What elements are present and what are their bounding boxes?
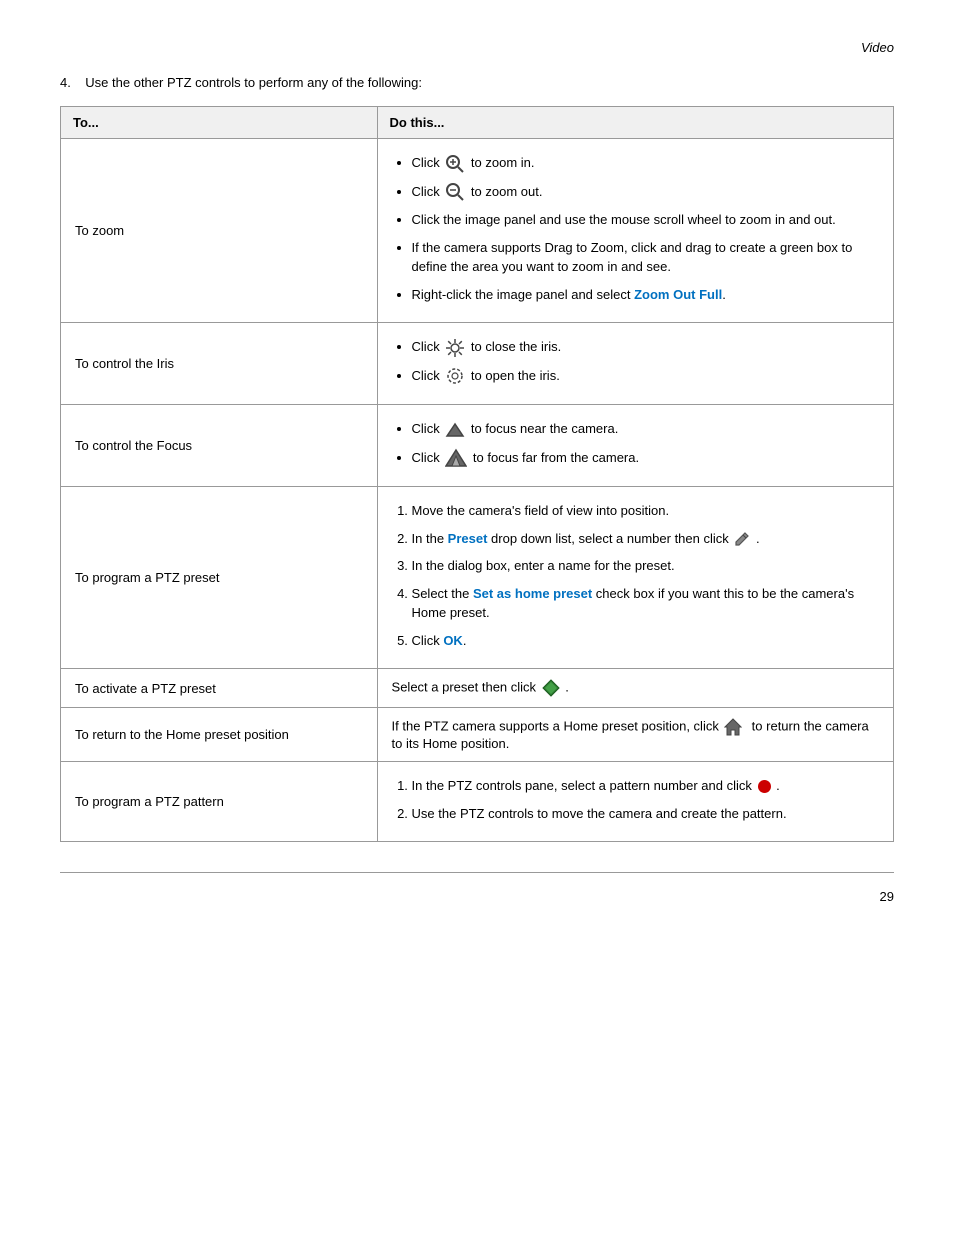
list-item: Use the PTZ controls to move the camera … <box>412 804 879 824</box>
list-item: In the PTZ controls pane, select a patte… <box>412 776 879 796</box>
list-item: Select the Set as home preset check box … <box>412 584 879 623</box>
page-wrapper: Video 4. Use the other PTZ controls to p… <box>0 0 954 944</box>
table-row: To program a PTZ pattern In the PTZ cont… <box>61 762 894 842</box>
list-item: If the camera supports Drag to Zoom, cli… <box>412 238 879 277</box>
list-item: In the dialog box, enter a name for the … <box>412 556 879 576</box>
row-activate-preset-content: Select a preset then click . <box>377 669 893 708</box>
row-program-pattern-label: To program a PTZ pattern <box>61 762 378 842</box>
zoom-out-icon <box>445 182 465 202</box>
list-item: Move the camera's field of view into pos… <box>412 501 879 521</box>
page-header-title: Video <box>60 40 894 55</box>
page-number: 29 <box>880 889 894 904</box>
focus-far-icon <box>445 448 467 468</box>
pencil-icon <box>734 531 750 547</box>
list-item: Click to zoom out. <box>412 182 879 203</box>
col1-header: To... <box>61 107 378 139</box>
table-row: To control the Iris Click <box>61 323 894 405</box>
table-row: To program a PTZ preset Move the camera'… <box>61 487 894 669</box>
row-program-preset-content: Move the camera's field of view into pos… <box>377 487 893 669</box>
iris-close-icon <box>445 338 465 358</box>
footer-divider <box>60 872 894 881</box>
activate-preset-icon <box>542 679 560 697</box>
page-footer: 29 <box>60 889 894 904</box>
row-activate-preset-label: To activate a PTZ preset <box>61 669 378 708</box>
list-item: In the Preset drop down list, select a n… <box>412 529 879 549</box>
list-item: Click to open the iris. <box>412 366 879 387</box>
row-to-zoom-label: To zoom <box>61 139 378 323</box>
ptz-controls-table: To... Do this... To zoom Click <box>60 106 894 842</box>
zoom-in-icon <box>445 154 465 174</box>
row-focus-label: To control the Focus <box>61 405 378 487</box>
record-red-icon <box>758 780 771 793</box>
row-iris-label: To control the Iris <box>61 323 378 405</box>
set-home-preset-link[interactable]: Set as home preset <box>473 586 592 601</box>
table-row: To zoom Click to zoom in. <box>61 139 894 323</box>
step-number: 4. <box>60 75 71 90</box>
list-item: Click the image panel and use the mouse … <box>412 210 879 230</box>
ok-link[interactable]: OK <box>443 633 463 648</box>
preset-link[interactable]: Preset <box>448 531 488 546</box>
row-program-pattern-content: In the PTZ controls pane, select a patte… <box>377 762 893 842</box>
row-to-zoom-content: Click to zoom in. Click <box>377 139 893 323</box>
iris-open-icon <box>445 366 465 386</box>
row-iris-content: Click <box>377 323 893 405</box>
row-home-preset-label: To return to the Home preset position <box>61 708 378 762</box>
intro-text: Use the other PTZ controls to perform an… <box>85 75 422 90</box>
row-home-preset-content: If the PTZ camera supports a Home preset… <box>377 708 893 762</box>
focus-near-icon <box>445 420 465 440</box>
table-row: To return to the Home preset position If… <box>61 708 894 762</box>
list-item: Right-click the image panel and select Z… <box>412 285 879 305</box>
list-item: Click <box>412 337 879 358</box>
home-icon <box>724 718 742 736</box>
zoom-out-full-link[interactable]: Zoom Out Full <box>634 287 722 302</box>
col2-header: Do this... <box>377 107 893 139</box>
table-row: To control the Focus Click to focus near… <box>61 405 894 487</box>
list-item: Click to focus near the camera. <box>412 419 879 440</box>
row-focus-content: Click to focus near the camera. Click <box>377 405 893 487</box>
row-program-preset-label: To program a PTZ preset <box>61 487 378 669</box>
list-item: Click to zoom in. <box>412 153 879 174</box>
table-row: To activate a PTZ preset Select a preset… <box>61 669 894 708</box>
list-item: Click to focus far from the camera. <box>412 448 879 469</box>
list-item: Click OK. <box>412 631 879 651</box>
intro-paragraph: 4. Use the other PTZ controls to perform… <box>60 75 894 90</box>
